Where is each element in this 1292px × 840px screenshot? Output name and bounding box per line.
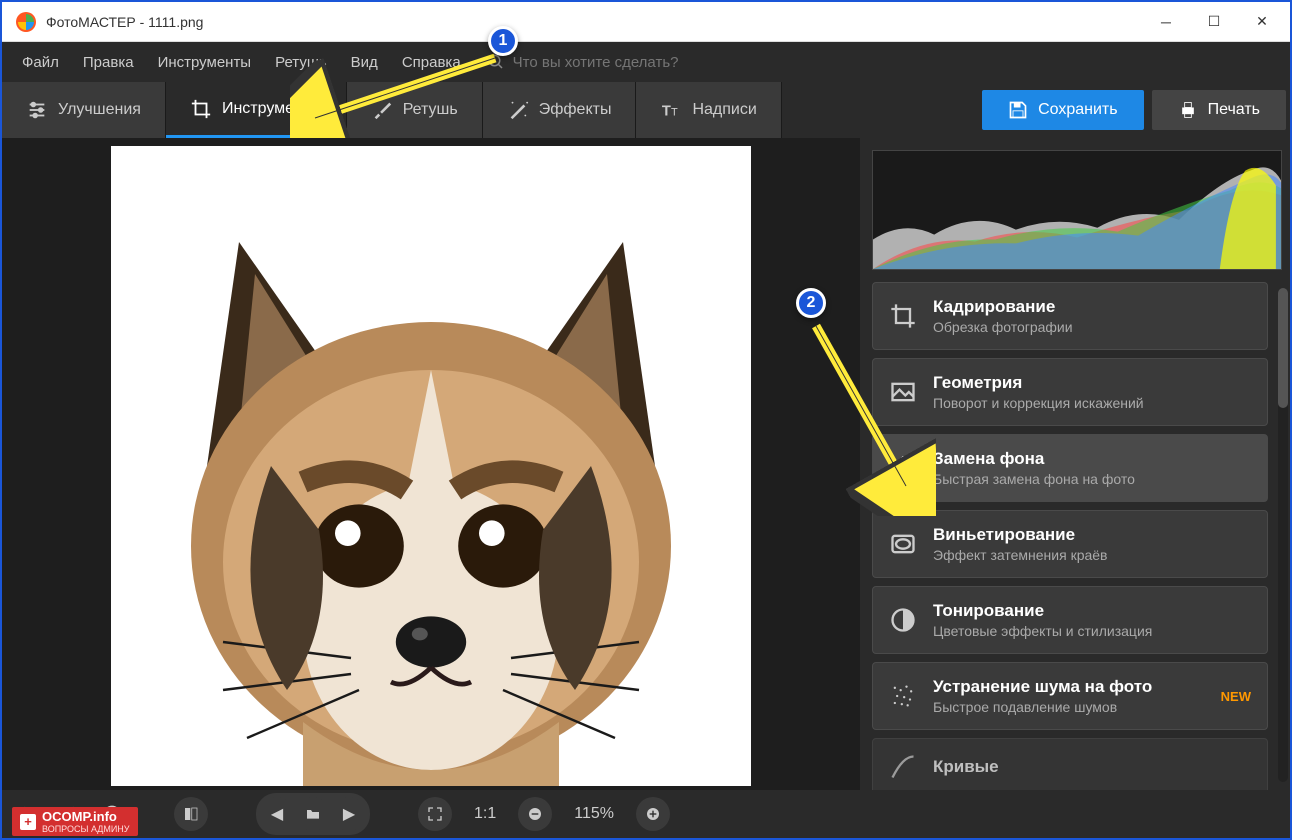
tool-title: Кадрирование	[933, 297, 1251, 317]
window-titlebar: ФотоМАСТЕР - 1111.png ─ ☐ ✕	[2, 2, 1290, 42]
curves-icon	[889, 753, 917, 781]
watermark: + OCOMP.info ВОПРОСЫ АДМИНУ	[12, 807, 138, 836]
tool-toning[interactable]: Тонирование Цветовые эффекты и стилизаци…	[872, 586, 1268, 654]
tool-sub: Быстрое подавление шумов	[933, 699, 1205, 715]
print-icon	[1178, 100, 1198, 120]
annotation-badge-1: 1	[488, 26, 518, 56]
watermark-sub: ВОПРОСЫ АДМИНУ	[42, 824, 130, 834]
annotation-badge-2: 2	[796, 288, 826, 318]
canvas-area[interactable]	[2, 138, 860, 790]
menu-edit[interactable]: Правка	[73, 48, 144, 77]
histogram-graph	[873, 151, 1281, 269]
svg-text:T: T	[662, 104, 671, 120]
canvas[interactable]	[111, 146, 751, 786]
maximize-button[interactable]: ☐	[1190, 2, 1238, 42]
zoom-out-button[interactable]	[518, 797, 552, 831]
tool-sub: Цветовые эффекты и стилизация	[933, 623, 1251, 639]
annotation-arrow-2	[806, 316, 936, 516]
tool-title: Тонирование	[933, 601, 1251, 621]
tool-sub: Эффект затемнения краёв	[933, 547, 1251, 563]
save-label: Сохранить	[1038, 101, 1118, 119]
svg-text:T: T	[671, 107, 678, 119]
search-input[interactable]	[513, 54, 773, 71]
open-button[interactable]	[296, 797, 330, 831]
main-area: Кадрирование Обрезка фотографии Геометри…	[2, 138, 1290, 790]
scrollbar-thumb[interactable]	[1278, 288, 1288, 408]
tool-sub: Обрезка фотографии	[933, 319, 1251, 335]
tab-text[interactable]: TT Надписи	[636, 82, 781, 138]
tool-vignette[interactable]: Виньетирование Эффект затемнения краёв	[872, 510, 1268, 578]
tool-title: Геометрия	[933, 373, 1251, 393]
save-icon	[1008, 100, 1028, 120]
statusbar: ◀ ▶ 1:1 115% + OCOMP.info ВОПРОСЫ АДМИНУ	[2, 790, 1290, 838]
window-title: ФотоМАСТЕР - 1111.png	[46, 14, 1142, 30]
text-icon: TT	[660, 99, 682, 121]
tool-title: Виньетирование	[933, 525, 1251, 545]
menu-file[interactable]: Файл	[12, 48, 69, 77]
toolbar: Улучшения Инструменты Ретушь Эффекты TT …	[2, 82, 1290, 138]
zoom-in-button[interactable]	[636, 797, 670, 831]
vignette-icon	[889, 530, 917, 558]
search-box[interactable]	[487, 53, 773, 71]
save-button[interactable]: Сохранить	[982, 90, 1144, 130]
next-button[interactable]: ▶	[332, 797, 366, 831]
menubar: Файл Правка Инструменты Ретушь Вид Справ…	[2, 42, 1290, 82]
tab-improvements[interactable]: Улучшения	[2, 82, 166, 138]
prev-button[interactable]: ◀	[260, 797, 294, 831]
menu-tools[interactable]: Инструменты	[148, 48, 262, 77]
tab-label: Надписи	[692, 101, 756, 119]
app-icon	[14, 10, 38, 34]
wand-icon	[507, 99, 529, 121]
minimize-button[interactable]: ─	[1142, 2, 1190, 42]
canvas-image	[111, 146, 751, 786]
noise-icon	[889, 682, 917, 710]
print-button[interactable]: Печать	[1152, 90, 1286, 130]
print-label: Печать	[1208, 101, 1260, 119]
tool-denoise[interactable]: Устранение шума на фото Быстрое подавлен…	[872, 662, 1268, 730]
tool-title: Замена фона	[933, 449, 1251, 469]
zoom-level: 115%	[566, 805, 622, 823]
tool-curves[interactable]: Кривые	[872, 738, 1268, 790]
crop-icon	[190, 98, 212, 120]
tab-label: Эффекты	[539, 101, 612, 119]
tool-sub: Поворот и коррекция искажений	[933, 395, 1251, 411]
fit-button[interactable]	[418, 797, 452, 831]
tool-sub: Быстрая замена фона на фото	[933, 471, 1251, 487]
compare-button[interactable]	[174, 797, 208, 831]
tool-title: Устранение шума на фото	[933, 677, 1205, 697]
tool-title: Кривые	[933, 757, 1251, 777]
tab-label: Улучшения	[58, 101, 141, 119]
annotation-arrow-1	[290, 48, 510, 138]
scrollbar[interactable]	[1278, 288, 1288, 782]
close-button[interactable]: ✕	[1238, 2, 1286, 42]
zoom-ratio[interactable]: 1:1	[466, 805, 504, 823]
contrast-icon	[889, 606, 917, 634]
watermark-main: OCOMP.info	[42, 809, 117, 824]
sliders-icon	[26, 99, 48, 121]
nav-group: ◀ ▶	[256, 793, 370, 835]
histogram[interactable]	[872, 150, 1282, 270]
new-badge: NEW	[1221, 689, 1251, 704]
